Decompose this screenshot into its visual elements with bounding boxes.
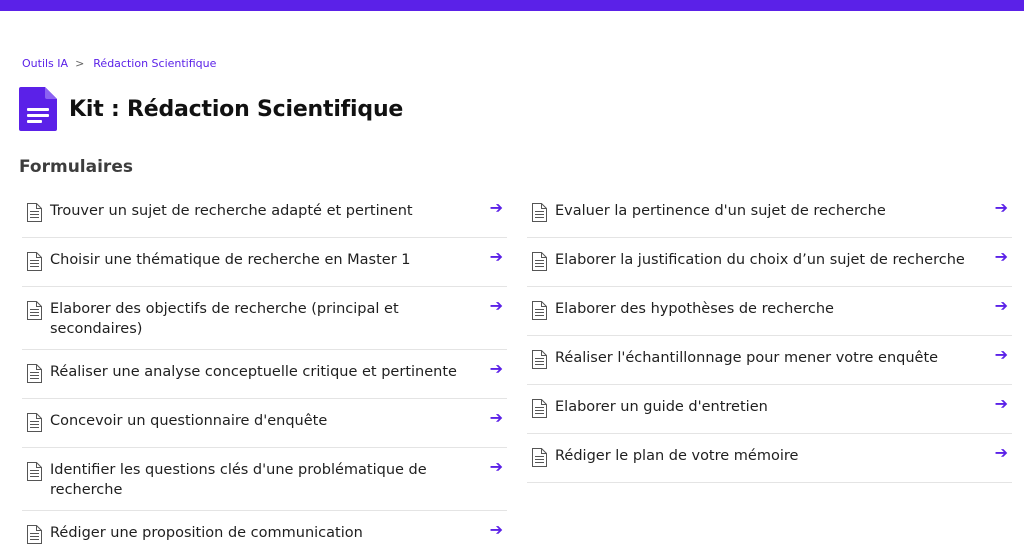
arrow-right-icon[interactable]: ➔ [490, 247, 503, 267]
document-outline-icon [27, 525, 42, 544]
form-item-label: Rédiger le plan de votre mémoire [555, 448, 799, 464]
arrow-right-icon[interactable]: ➔ [995, 345, 1008, 365]
form-item[interactable]: Identifier les questions clés d'une prob… [22, 448, 507, 511]
document-outline-icon [27, 364, 42, 383]
form-item[interactable]: Elaborer des hypothèses de recherche ➔ [527, 287, 1012, 336]
form-item-label: Rédiger une proposition de communication [50, 525, 363, 541]
form-item-label: Concevoir un questionnaire d'enquête [50, 413, 328, 429]
arrow-right-icon[interactable]: ➔ [995, 296, 1008, 316]
document-outline-icon [532, 448, 547, 467]
forms-grid: Trouver un sujet de recherche adapté et … [22, 189, 1012, 558]
breadcrumb: Outils IA > Rédaction Scientifique [22, 57, 216, 70]
section-title-formulaires: Formulaires [19, 157, 133, 177]
top-accent-bar [0, 0, 1024, 11]
arrow-right-icon[interactable]: ➔ [490, 198, 503, 218]
form-item-label: Elaborer des objectifs de recherche (pri… [50, 301, 399, 337]
arrow-right-icon[interactable]: ➔ [995, 198, 1008, 218]
form-item[interactable]: Concevoir un questionnaire d'enquête ➔ [22, 399, 507, 448]
forms-column-right: Evaluer la pertinence d'un sujet de rech… [527, 189, 1012, 558]
form-item-label: Trouver un sujet de recherche adapté et … [50, 203, 413, 219]
forms-column-left: Trouver un sujet de recherche adapté et … [22, 189, 507, 558]
form-item[interactable]: Choisir une thématique de recherche en M… [22, 238, 507, 287]
form-item[interactable]: Elaborer un guide d'entretien ➔ [527, 385, 1012, 434]
document-outline-icon [532, 203, 547, 222]
document-outline-icon [532, 252, 547, 271]
document-outline-icon [27, 301, 42, 320]
form-item-label: Réaliser l'échantillonnage pour mener vo… [555, 350, 939, 366]
document-icon [19, 87, 57, 131]
arrow-right-icon[interactable]: ➔ [490, 296, 503, 316]
form-item-label: Elaborer des hypothèses de recherche [555, 301, 834, 317]
document-outline-icon [27, 462, 42, 481]
form-item[interactable]: Réaliser l'échantillonnage pour mener vo… [527, 336, 1012, 385]
form-item-label: Elaborer la justification du choix d’un … [555, 252, 965, 268]
breadcrumb-item-redaction-scientifique[interactable]: Rédaction Scientifique [93, 57, 216, 70]
document-outline-icon [532, 350, 547, 369]
form-item[interactable]: Elaborer des objectifs de recherche (pri… [22, 287, 507, 350]
arrow-right-icon[interactable]: ➔ [490, 457, 503, 477]
form-item[interactable]: Evaluer la pertinence d'un sujet de rech… [527, 189, 1012, 238]
document-outline-icon [27, 413, 42, 432]
form-item[interactable]: Réaliser une analyse conceptuelle critiq… [22, 350, 507, 399]
breadcrumb-item-outils-ia[interactable]: Outils IA [22, 57, 68, 70]
form-item[interactable]: Rédiger le plan de votre mémoire ➔ [527, 434, 1012, 483]
document-outline-icon [532, 301, 547, 320]
arrow-right-icon[interactable]: ➔ [490, 408, 503, 428]
form-item-label: Identifier les questions clés d'une prob… [50, 462, 427, 498]
form-item-label: Evaluer la pertinence d'un sujet de rech… [555, 203, 886, 219]
arrow-right-icon[interactable]: ➔ [995, 247, 1008, 267]
form-item-label: Choisir une thématique de recherche en M… [50, 252, 411, 268]
document-outline-icon [532, 399, 547, 418]
arrow-right-icon[interactable]: ➔ [490, 520, 503, 540]
form-item[interactable]: Elaborer la justification du choix d’un … [527, 238, 1012, 287]
arrow-right-icon[interactable]: ➔ [995, 394, 1008, 414]
page-title: Kit : Rédaction Scientifique [69, 96, 404, 122]
form-item[interactable]: Rédiger une proposition de communication… [22, 511, 507, 558]
document-outline-icon [27, 203, 42, 222]
document-outline-icon [27, 252, 42, 271]
form-item-label: Réaliser une analyse conceptuelle critiq… [50, 364, 457, 380]
form-item-label: Elaborer un guide d'entretien [555, 399, 768, 415]
form-item[interactable]: Trouver un sujet de recherche adapté et … [22, 189, 507, 238]
breadcrumb-separator: > [75, 57, 85, 70]
arrow-right-icon[interactable]: ➔ [995, 443, 1008, 463]
arrow-right-icon[interactable]: ➔ [490, 359, 503, 379]
page-header: Kit : Rédaction Scientifique [19, 87, 403, 131]
